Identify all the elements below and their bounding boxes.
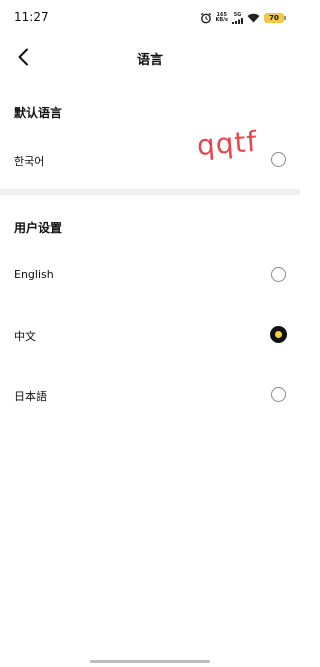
battery-level: 70 — [269, 14, 279, 22]
nav-bar: 语言 — [0, 38, 300, 76]
option-english[interactable]: English — [0, 252, 300, 300]
option-chinese[interactable]: 中文 — [0, 312, 300, 360]
radio-button-selected[interactable] — [270, 326, 287, 343]
wifi-icon — [247, 13, 260, 23]
default-language-header: 默认语言 — [14, 106, 63, 120]
option-label: English — [14, 268, 54, 281]
user-settings-header: 用户设置 — [14, 221, 63, 235]
home-indicator[interactable] — [90, 660, 210, 663]
option-japanese[interactable]: 日本語 — [0, 372, 300, 420]
radio-button[interactable] — [271, 387, 286, 402]
net-speed-unit: KB/s — [215, 17, 229, 23]
signal-icon — [232, 17, 243, 24]
status-icons: 165 KB/s 5G 70 — [200, 10, 286, 26]
status-time: 11:27 — [14, 10, 49, 24]
option-label: 中文 — [14, 330, 36, 343]
radio-button[interactable] — [271, 152, 286, 167]
net-speed: 165 KB/s — [216, 13, 229, 23]
option-label: 한국어 — [14, 155, 45, 168]
alarm-icon — [200, 12, 211, 24]
battery-icon: 70 — [264, 13, 286, 23]
signal-indicator: 5G — [232, 12, 243, 24]
handwritten-annotation: qqtf — [195, 124, 259, 162]
status-bar: 11:27 165 KB/s 5G 70 — [0, 0, 300, 36]
section-divider — [0, 189, 300, 195]
option-label: 日本語 — [14, 390, 47, 403]
radio-button[interactable] — [271, 267, 286, 282]
page-title: 语言 — [136, 53, 163, 68]
